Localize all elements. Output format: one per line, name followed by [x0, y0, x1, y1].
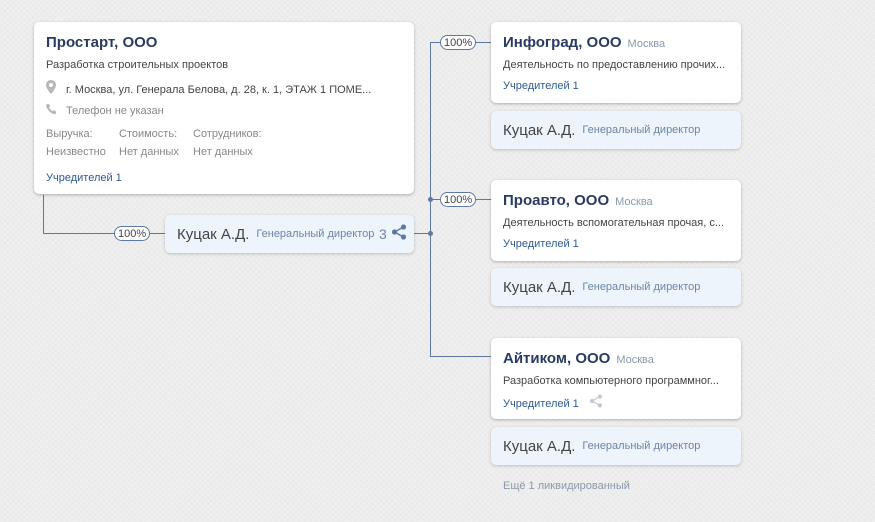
main-company-card[interactable]: Простарт, ООО Разработка строительных пр…: [34, 22, 414, 194]
liquidated-note-link[interactable]: Ещё 1 ликвидированный: [503, 480, 630, 492]
related-person-role: Генеральный директор: [582, 124, 701, 136]
cost-value: Нет данных: [119, 146, 179, 158]
related-person-name[interactable]: Куцак А.Д.: [503, 279, 575, 296]
related-company-title: Проавто, ООО Москва: [503, 192, 653, 209]
share-icon[interactable]: [391, 223, 407, 245]
main-company-activity: Разработка строительных проектов: [46, 59, 229, 71]
related-company-name[interactable]: Инфоград, ООО: [503, 34, 622, 51]
related-person-role: Генеральный директор: [582, 281, 701, 293]
related-company-activity: Деятельность по предоставлению прочих...: [503, 59, 726, 71]
main-company-phone: Телефон не указан: [66, 105, 164, 117]
related-person-card[interactable]: Куцак А.Д. Генеральный директор: [491, 268, 741, 306]
connector-person-role: Генеральный директор: [256, 228, 375, 240]
related-company-city: Москва: [615, 196, 653, 208]
share-badge-related-1: 100%: [440, 35, 477, 50]
related-person-name[interactable]: Куцак А.Д.: [503, 122, 575, 139]
connector-person-card[interactable]: Куцак А.Д. Генеральный директор 3: [165, 215, 414, 253]
main-company-phone-row: Телефон не указан: [46, 102, 164, 120]
related-person-card[interactable]: Куцак А.Д. Генеральный директор: [491, 111, 741, 149]
related-company-founders-link[interactable]: Учредителей 1: [503, 238, 579, 250]
employees-value: Нет данных: [193, 146, 253, 158]
related-company-name[interactable]: Проавто, ООО: [503, 192, 609, 209]
main-company-founders-link[interactable]: Учредителей 1: [46, 172, 122, 184]
related-person-role: Генеральный директор: [582, 440, 701, 452]
related-person-name[interactable]: Куцак А.Д.: [503, 438, 575, 455]
main-company-address: г. Москва, ул. Генерала Белова, д. 28, к…: [66, 83, 372, 96]
related-company-name[interactable]: Айтиком, ООО: [503, 350, 610, 367]
cost-label: Стоимость:: [119, 128, 178, 140]
related-company-activity: Деятельность вспомогательная прочая, с..…: [503, 217, 725, 229]
related-company-footer: Учредителей 1: [503, 394, 603, 413]
share-badge-related-2: 100%: [440, 192, 477, 207]
related-company-founders-link[interactable]: Учредителей 1: [503, 398, 579, 410]
share-badge-main: 100%: [114, 226, 151, 241]
related-company-city: Москва: [616, 354, 654, 366]
revenue-label: Выручка:: [46, 128, 93, 140]
connector-person-name[interactable]: Куцак А.Д.: [177, 226, 249, 243]
connector-line-main-vertical: [43, 195, 44, 234]
related-company-card[interactable]: Проавто, ООО Москва Деятельность вспомога…: [491, 180, 741, 261]
related-company-card[interactable]: Айтиком, ООО Москва Разработка компьютерн…: [491, 338, 741, 419]
connector-dot-main: [428, 231, 433, 236]
related-person-card[interactable]: Куцак А.Д. Генеральный директор: [491, 427, 741, 465]
employees-label: Сотрудников:: [193, 128, 262, 140]
connector-line-branch-3: [430, 356, 491, 357]
phone-icon: [46, 102, 57, 120]
related-company-title: Айтиком, ООО Москва: [503, 350, 654, 367]
connector-count: 3: [379, 226, 387, 242]
related-company-founders-link[interactable]: Учредителей 1: [503, 80, 579, 92]
location-pin-icon: [46, 80, 56, 99]
main-company-name[interactable]: Простарт, ООО: [46, 34, 157, 51]
share-icon[interactable]: [589, 394, 603, 413]
revenue-value: Неизвестно: [46, 146, 106, 158]
related-company-activity: Разработка компьютерного программног...: [503, 375, 719, 387]
related-company-card[interactable]: Инфоград, ООО Москва Деятельность по пред…: [491, 22, 741, 103]
related-company-city: Москва: [627, 38, 666, 50]
connector-dot-branch-2: [428, 197, 433, 202]
related-company-title: Инфоград, ООО Москва: [503, 34, 665, 51]
main-company-address-row: г. Москва, ул. Генерала Белова, д. 28, к…: [46, 80, 386, 99]
